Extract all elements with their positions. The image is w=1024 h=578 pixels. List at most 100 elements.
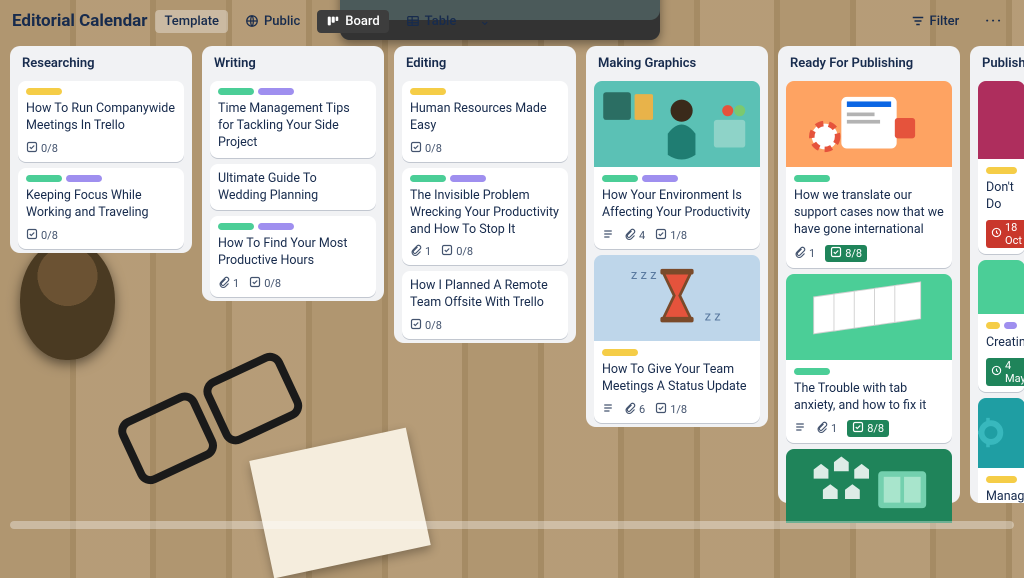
label-purple[interactable]	[258, 88, 294, 95]
board-canvas[interactable]: Researching How To Run Companywide Meetin…	[0, 42, 1024, 523]
svg-text:z z z: z z z	[631, 268, 657, 283]
card[interactable]: Keeping Focus While Working and Travelin…	[18, 168, 184, 249]
checklist-badge: 0/8	[26, 141, 58, 156]
board-title[interactable]: Editorial Calendar	[12, 11, 147, 31]
card-badges: 10/8	[410, 244, 560, 259]
card-badges: 0/8	[26, 141, 176, 156]
checklist-icon	[830, 246, 842, 261]
checklist-badge: 8/8	[825, 245, 867, 262]
card-badges: 1 8/8	[794, 245, 944, 262]
card[interactable]: Managing 10 Feb	[978, 398, 1024, 503]
card-labels	[602, 175, 752, 182]
label-yellow[interactable]	[986, 476, 1017, 483]
card[interactable]: How To Find Your Most Productive Hours10…	[210, 216, 376, 297]
card[interactable]: The Invisible Problem Wrecking Your Prod…	[402, 168, 568, 266]
checklist-badge: 0/8	[441, 244, 473, 259]
card-badges: 0/8	[410, 318, 560, 333]
label-green[interactable]	[794, 368, 830, 375]
list: Ready For Publishing How we translate our…	[778, 46, 960, 503]
card-title: Creating	[986, 335, 1017, 352]
attachments-badge: 1	[816, 421, 837, 436]
attachments-badge: 1	[794, 246, 815, 261]
card-labels	[794, 175, 944, 182]
list-title[interactable]: Published	[978, 54, 1024, 75]
card-labels	[410, 88, 560, 95]
label-green[interactable]	[602, 175, 638, 182]
horizontal-scrollbar[interactable]	[10, 521, 1014, 529]
card-labels	[986, 167, 1017, 174]
checklist-icon	[26, 141, 38, 156]
list-title[interactable]: Researching	[18, 54, 184, 75]
view-table-button[interactable]: Table	[397, 10, 466, 33]
list-title[interactable]: Editing	[402, 54, 568, 75]
description-icon	[602, 402, 614, 417]
label-yellow[interactable]	[986, 322, 1000, 329]
label-purple[interactable]	[450, 175, 486, 182]
card[interactable]: How we translate our support cases now t…	[786, 81, 952, 268]
label-green[interactable]	[794, 175, 830, 182]
filter-label: Filter	[930, 14, 960, 29]
card-title: The Trouble with tab anxiety, and how to…	[794, 381, 944, 415]
checklist-icon	[441, 244, 453, 259]
card-badges: 0/8	[410, 141, 560, 156]
card-labels	[218, 88, 368, 95]
card[interactable]: How To Get To Inbox Zero	[786, 449, 952, 523]
template-badge[interactable]: Template	[155, 10, 228, 33]
view-board-label: Board	[345, 14, 379, 29]
list-title[interactable]: Ready For Publishing	[786, 54, 952, 75]
card-labels	[986, 476, 1017, 483]
label-green[interactable]	[26, 175, 62, 182]
attachment-icon	[624, 402, 636, 417]
card[interactable]: How Your Environment Is Affecting Your P…	[594, 81, 760, 249]
label-purple[interactable]	[642, 175, 678, 182]
card-labels	[986, 322, 1017, 329]
label-yellow[interactable]	[410, 88, 446, 95]
filter-button[interactable]: Filter	[902, 10, 969, 33]
checklist-icon	[26, 228, 38, 243]
card[interactable]: Don't Do 18 Oct	[978, 81, 1024, 254]
card-title: How Your Environment Is Affecting Your P…	[602, 188, 752, 222]
attachment-icon	[816, 421, 828, 436]
label-purple[interactable]	[66, 175, 102, 182]
view-board-button[interactable]: Board	[317, 10, 388, 33]
svg-text:z z: z z	[705, 310, 721, 325]
list: Writing Time Management Tips for Tackling…	[202, 46, 384, 301]
card-badges: 18/8	[794, 420, 944, 437]
view-switcher-dropdown[interactable]: ⌄	[473, 10, 496, 33]
label-yellow[interactable]	[26, 88, 62, 95]
card-badges: 4 May	[986, 358, 1017, 386]
card-title: Ultimate Guide To Wedding Planning	[218, 171, 368, 205]
card[interactable]: How I Planned A Remote Team Offsite With…	[402, 271, 568, 339]
list-title[interactable]: Making Graphics	[594, 54, 760, 75]
card-labels	[410, 175, 560, 182]
card-badges: 10/8	[218, 276, 368, 291]
card[interactable]: Human Resources Made Easy0/8	[402, 81, 568, 162]
attachment-icon	[410, 244, 422, 259]
checklist-icon	[410, 141, 422, 156]
card[interactable]: Creating 4 May	[978, 260, 1024, 392]
list: Making Graphics How Your Environment Is A…	[586, 46, 768, 427]
view-table-label: Table	[425, 14, 457, 29]
visibility-button[interactable]: Public	[236, 10, 309, 33]
board-menu-button[interactable]: ···	[976, 10, 1012, 33]
card-labels	[602, 349, 752, 356]
card[interactable]: How To Run Companywide Meetings In Trell…	[18, 81, 184, 162]
label-purple[interactable]	[1004, 322, 1018, 329]
card-title: How To Run Companywide Meetings In Trell…	[26, 101, 176, 135]
list-title[interactable]: Writing	[210, 54, 376, 75]
label-green[interactable]	[410, 175, 446, 182]
label-green[interactable]	[218, 88, 254, 95]
card[interactable]: Ultimate Guide To Wedding Planning	[210, 164, 376, 211]
label-yellow[interactable]	[986, 167, 1017, 174]
label-green[interactable]	[218, 223, 254, 230]
card[interactable]: The Trouble with tab anxiety, and how to…	[786, 274, 952, 444]
clock-icon	[991, 365, 1002, 379]
label-purple[interactable]	[258, 223, 294, 230]
card[interactable]: z z zz zHow To Give Your Team Meetings A…	[594, 255, 760, 423]
label-yellow[interactable]	[602, 349, 638, 356]
card-title: Managing	[986, 489, 1017, 503]
list: Researching How To Run Companywide Meetin…	[10, 46, 192, 253]
card[interactable]: Time Management Tips for Tackling Your S…	[210, 81, 376, 158]
list: Editing Human Resources Made Easy0/8The I…	[394, 46, 576, 343]
card-labels	[26, 88, 176, 95]
